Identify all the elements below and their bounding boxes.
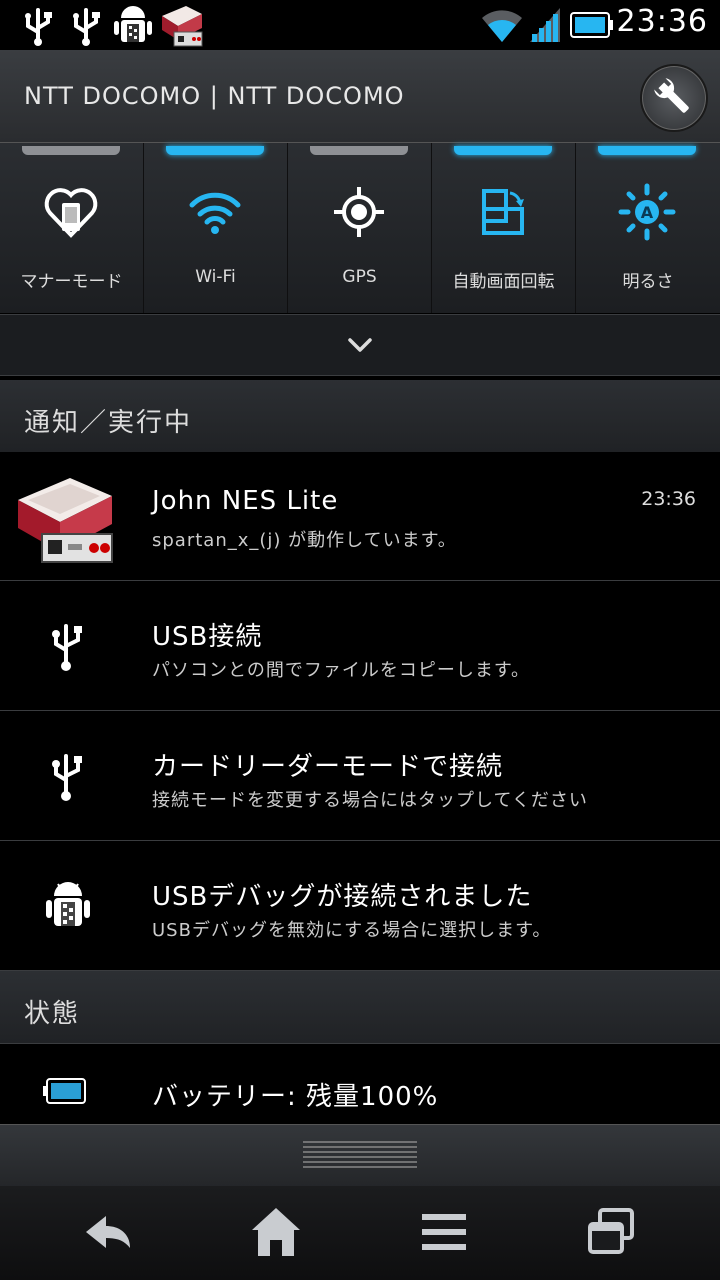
section-title: 状態: [24, 999, 81, 1029]
manner-mode-icon: [44, 188, 98, 238]
notification-header: NTT DOCOMO | NTT DOCOMO: [0, 50, 720, 143]
home-icon: [252, 1208, 300, 1256]
notification-usb-debug[interactable]: USBデバッグが接続されました USBデバッグを無効にする場合に選択します。: [0, 842, 720, 971]
home-button[interactable]: [246, 1202, 306, 1262]
expand-toggles-button[interactable]: [0, 314, 720, 376]
toggle-indicator: [454, 146, 552, 155]
recent-apps-icon: [588, 1208, 634, 1254]
toggle-label: Wi-Fi: [195, 267, 236, 287]
carrier-name: NTT DOCOMO | NTT DOCOMO: [24, 82, 405, 110]
back-button[interactable]: [78, 1202, 138, 1262]
notification-title: カードリーダーモードで接続: [152, 752, 504, 782]
battery-icon: [43, 1078, 86, 1104]
status-clock: 23:36: [616, 4, 708, 39]
section-header-ongoing: 通知／実行中: [0, 380, 720, 453]
auto-rotate-icon: [482, 189, 524, 235]
menu-button[interactable]: [414, 1202, 474, 1262]
android-debug-icon: [46, 882, 90, 926]
status-bar: 23:36: [0, 0, 720, 50]
notification-title: USB接続: [152, 622, 263, 652]
settings-button[interactable]: [640, 64, 708, 132]
panel-drag-handle[interactable]: [0, 1124, 720, 1187]
toggle-indicator: [598, 146, 696, 155]
menu-icon: [422, 1214, 466, 1250]
status-battery: バッテリー: 残量100%: [0, 1044, 720, 1124]
svg-text:A: A: [641, 203, 654, 222]
gps-icon: [334, 187, 384, 237]
battery-status-text: バッテリー: 残量100%: [152, 1082, 439, 1112]
toggle-manner-mode[interactable]: マナーモード: [0, 143, 144, 313]
notification-text: USBデバッグを無効にする場合に選択します。: [152, 920, 552, 941]
usb-icon: [73, 8, 100, 46]
notification-text: spartan_x_(j) が動作しています。: [152, 530, 457, 551]
notification-text: 接続モードを変更する場合にはタップしてください: [152, 790, 588, 811]
navigation-bar: [0, 1186, 720, 1280]
notification-john-nes[interactable]: John NES Lite 23:36 spartan_x_(j) が動作してい…: [0, 452, 720, 581]
toggle-brightness[interactable]: A 明るさ: [576, 143, 720, 313]
notification-usb-connection[interactable]: USB接続 パソコンとの間でファイルをコピーします。: [0, 582, 720, 711]
toggle-label: マナーモード: [20, 272, 123, 292]
android-debug-icon: [114, 6, 152, 42]
toggle-auto-rotate[interactable]: 自動画面回転: [432, 143, 576, 313]
recent-apps-button[interactable]: [582, 1202, 642, 1262]
brightness-icon: A: [618, 183, 676, 241]
usb-icon: [52, 754, 82, 801]
grip-icon: [303, 1141, 417, 1168]
quick-settings: マナーモード Wi-Fi GPS 自動画面回転 A 明るさ: [0, 143, 720, 313]
toggle-gps[interactable]: GPS: [288, 143, 432, 313]
battery-icon: [570, 12, 613, 38]
signal-icon: [530, 8, 560, 42]
back-icon: [86, 1216, 130, 1248]
toggle-label: 明るさ: [622, 272, 674, 292]
notification-time: 23:36: [641, 488, 696, 510]
toggle-indicator: [22, 146, 120, 155]
toggle-indicator: [166, 146, 264, 155]
wifi-icon: [482, 10, 522, 42]
notification-card-reader[interactable]: カードリーダーモードで接続 接続モードを変更する場合にはタップしてください: [0, 712, 720, 841]
wrench-icon: [654, 78, 689, 113]
toggle-indicator: [310, 146, 408, 155]
chevron-down-icon: [348, 338, 372, 352]
notification-title: USBデバッグが接続されました: [152, 882, 533, 912]
usb-icon: [52, 624, 82, 671]
toggle-label: GPS: [342, 267, 377, 287]
famicom-icon: [162, 6, 203, 47]
toggle-wifi[interactable]: Wi-Fi: [144, 143, 288, 313]
notification-title: John NES Lite: [152, 486, 339, 516]
wifi-icon: [189, 192, 241, 234]
toggle-label: 自動画面回転: [452, 272, 555, 292]
section-title: 通知／実行中: [24, 408, 193, 438]
famicom-icon: [18, 478, 113, 563]
section-header-status: 状態: [0, 971, 720, 1044]
notification-text: パソコンとの間でファイルをコピーします。: [152, 660, 531, 681]
usb-icon: [25, 8, 52, 46]
